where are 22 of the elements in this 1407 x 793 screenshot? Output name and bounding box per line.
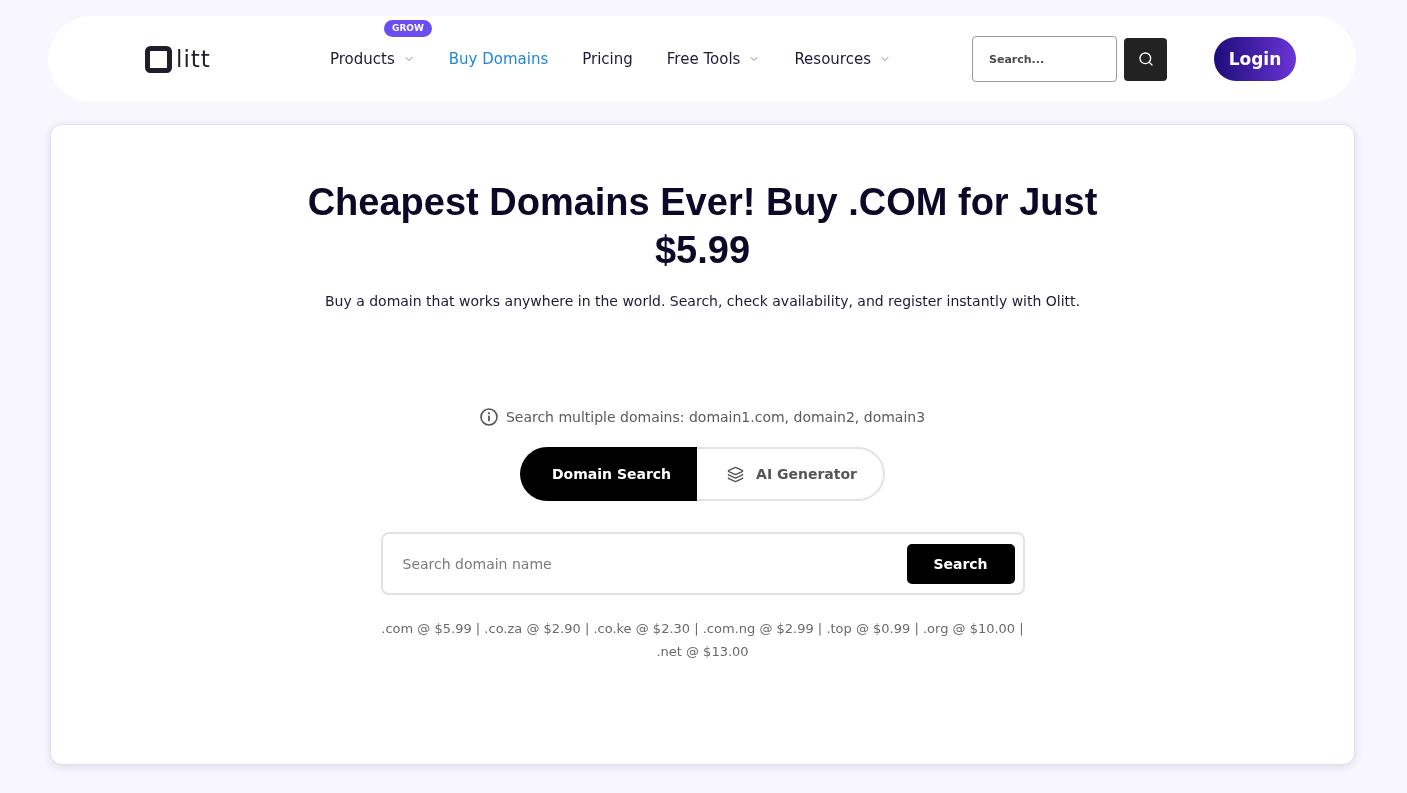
logo-text[interactable]: litt bbox=[176, 47, 211, 71]
search-hint: Search multiple domains: domain1.com, domain2, domain3 bbox=[505, 409, 926, 425]
search-mode-tab[interactable]: Domain Search bbox=[519, 447, 698, 501]
domain-prices: .com @ $5.99 | .co.za @ $2.90 | .co.ke @ $2.30 | .com.ng @ $2.99 | .top @ $0.99 | .org @ $10.00 | .net @ $13.00 bbox=[380, 620, 1025, 661]
login-button[interactable]: Login bbox=[1214, 37, 1296, 81]
domain-search-button[interactable]: Search bbox=[906, 543, 1015, 584]
logo-square-icon bbox=[145, 45, 172, 73]
nav-link[interactable]: Products bbox=[330, 50, 395, 68]
nav-link[interactable]: Buy Domains bbox=[448, 50, 549, 68]
search-icon bbox=[1137, 51, 1154, 67]
header-search-button[interactable] bbox=[1124, 37, 1167, 81]
nav-link[interactable]: Free Tools bbox=[666, 50, 741, 68]
search-mode-tab[interactable]: AI Generator bbox=[697, 447, 885, 501]
nav-link[interactable]: Pricing bbox=[582, 50, 633, 68]
layers-icon bbox=[727, 465, 745, 483]
info-icon bbox=[479, 408, 498, 426]
nav-link[interactable]: Resources bbox=[794, 50, 871, 68]
hero-subtitle: Buy a domain that works anywhere in the world. Search, check availability, and register instantly with Olitt. bbox=[324, 292, 1081, 311]
nav-badge: GROW bbox=[384, 20, 432, 37]
hero-title: Cheapest Domains Ever! Buy .COM for Just $5.99 bbox=[306, 180, 1099, 273]
header-search-field[interactable]: Search... bbox=[972, 36, 1117, 82]
domain-search-field[interactable]: Search domain name Search bbox=[380, 532, 1025, 595]
